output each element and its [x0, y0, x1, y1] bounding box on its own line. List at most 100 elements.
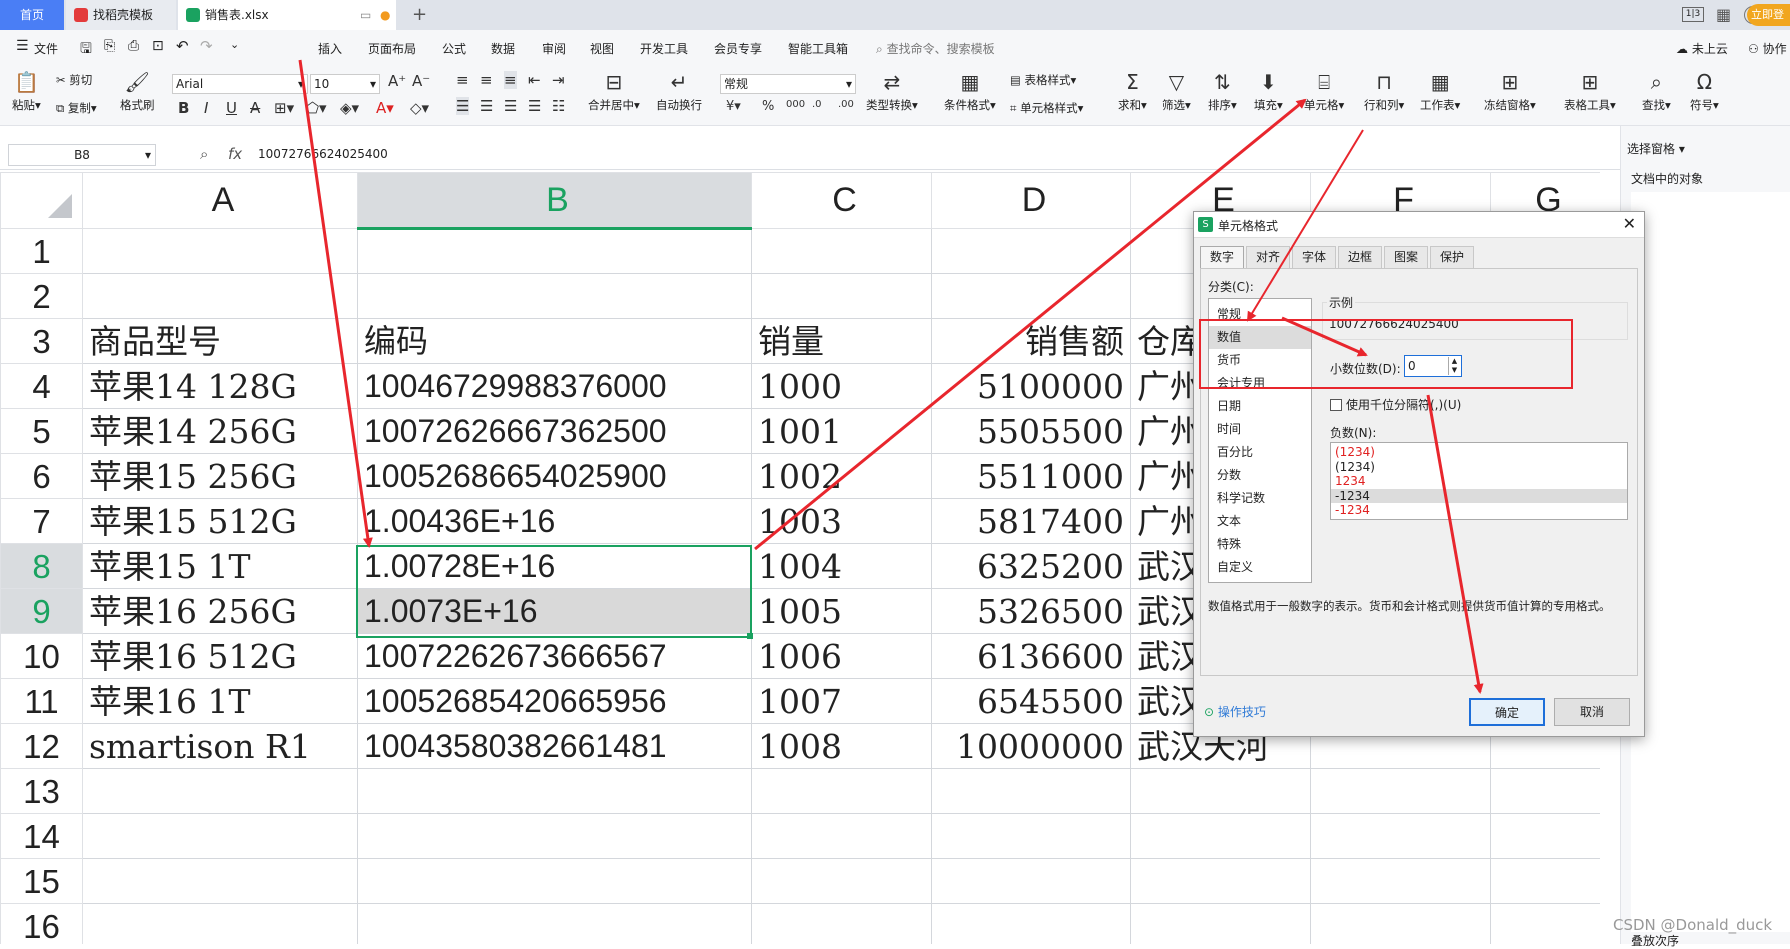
thousands-icon[interactable]: 000 — [786, 99, 805, 110]
spinner-arrows-icon[interactable]: ▲ ▼ — [1448, 357, 1460, 375]
column-header-b[interactable]: B — [357, 172, 752, 230]
number-format-select[interactable]: 常规 ▾ — [720, 74, 856, 94]
pane-object-list[interactable] — [1631, 192, 1790, 932]
collab-button[interactable]: ⚇ 协作 — [1748, 40, 1787, 57]
increase-decimal-icon[interactable]: .0 — [812, 99, 822, 110]
cell-c[interactable]: 1003 — [751, 498, 932, 544]
cell-b[interactable] — [357, 768, 752, 814]
cell-a[interactable]: 苹果16 256G — [82, 588, 358, 634]
tab-template[interactable]: 找稻壳模板 — [66, 0, 176, 30]
cell-g[interactable] — [1490, 768, 1600, 814]
row-header[interactable]: 14 — [0, 813, 83, 859]
cell-f[interactable] — [1310, 858, 1491, 904]
cell-f[interactable] — [1310, 768, 1491, 814]
wrap-text-button[interactable]: ↵ 自动换行 — [656, 70, 702, 113]
cell-a[interactable] — [82, 273, 358, 319]
cell-c[interactable] — [751, 813, 932, 859]
cell-a[interactable] — [82, 228, 358, 274]
more-chevron-icon[interactable]: ⌄ — [230, 38, 239, 51]
cell-c[interactable]: 1004 — [751, 543, 932, 589]
menu-formula[interactable]: 公式 — [442, 40, 466, 57]
row-col-button[interactable]: ⊓ 行和列▾ — [1364, 70, 1404, 113]
freeze-panes-button[interactable]: ⊞ 冻结窗格▾ — [1484, 70, 1536, 113]
currency-icon[interactable]: ¥▾ — [726, 99, 741, 114]
row-header[interactable]: 9 — [0, 588, 83, 634]
category-item[interactable]: 百分比 — [1209, 441, 1311, 464]
cell-c[interactable]: 1006 — [751, 633, 932, 679]
cell-b[interactable]: 1.00728E+16 — [357, 543, 752, 589]
bold-icon[interactable]: B — [178, 99, 189, 117]
cell-c[interactable]: 1008 — [751, 723, 932, 769]
zoom-icon[interactable]: ⌕ — [200, 145, 208, 163]
merge-center-button[interactable]: ⊟ 合并居中▾ — [588, 70, 640, 113]
cell-c[interactable] — [751, 273, 932, 319]
preview-icon[interactable]: ⊡ — [152, 38, 164, 54]
menu-insert[interactable]: 插入 — [318, 40, 342, 57]
row-header[interactable]: 10 — [0, 633, 83, 679]
cell-b[interactable]: 10046729988376000 — [357, 363, 752, 409]
tab-protection[interactable]: 保护 — [1430, 246, 1474, 268]
cell-d[interactable] — [931, 768, 1131, 814]
indent-increase-icon[interactable]: ⇥ — [552, 71, 565, 89]
cell-d[interactable] — [931, 228, 1131, 274]
cell-d[interactable]: 5817400 — [931, 498, 1131, 544]
cell-d[interactable]: 5100000 — [931, 363, 1131, 409]
cut-button[interactable]: ✂ 剪切 — [56, 72, 92, 88]
cell-f[interactable] — [1310, 813, 1491, 859]
align-bottom-icon[interactable]: ≡ — [504, 71, 517, 89]
category-item[interactable]: 会计专用 — [1209, 372, 1311, 395]
row-header[interactable]: 15 — [0, 858, 83, 904]
cell-b[interactable] — [357, 273, 752, 319]
tab-pattern[interactable]: 图案 — [1384, 246, 1428, 268]
cell-g[interactable] — [1490, 903, 1600, 944]
tab-font[interactable]: 字体 — [1292, 246, 1336, 268]
cell-c[interactable] — [751, 228, 932, 274]
cell-a[interactable]: 商品型号 — [82, 318, 358, 364]
tips-link[interactable]: ⊙ 操作技巧 — [1204, 703, 1266, 720]
cell-d[interactable]: 5505500 — [931, 408, 1131, 454]
cell-a[interactable]: 苹果14 256G — [82, 408, 358, 454]
select-all-corner[interactable] — [0, 172, 83, 229]
row-header[interactable]: 3 — [0, 318, 83, 364]
category-item[interactable]: 分数 — [1209, 464, 1311, 487]
cell-a[interactable]: smartison R1 — [82, 723, 358, 769]
cell-b[interactable] — [357, 903, 752, 944]
font-size-select[interactable]: 10 ▾ — [310, 74, 380, 94]
row-header[interactable]: 16 — [0, 903, 83, 944]
row-header[interactable]: 6 — [0, 453, 83, 499]
tab-alignment[interactable]: 对齐 — [1246, 246, 1290, 268]
filter-button[interactable]: ▽ 筛选▾ — [1162, 70, 1191, 113]
login-button[interactable]: 立即登录 — [1747, 4, 1790, 43]
fill-handle[interactable] — [747, 633, 753, 639]
cell-d[interactable] — [931, 273, 1131, 319]
cell-a[interactable] — [82, 903, 358, 944]
cell-button[interactable]: ⌸ 单元格▾ — [1304, 70, 1344, 113]
cell-g[interactable] — [1490, 813, 1600, 859]
font-color-icon[interactable]: A▾ — [376, 99, 394, 117]
category-item[interactable]: 常规 — [1209, 303, 1311, 326]
cell-b[interactable]: 10052685420665956 — [357, 678, 752, 724]
column-header-c[interactable]: C — [751, 172, 932, 229]
decimal-places-input[interactable]: 0 ▲ ▼ — [1404, 355, 1462, 377]
cell-b[interactable]: 10043580382661481 — [357, 723, 752, 769]
sum-button[interactable]: Σ 求和▾ — [1118, 70, 1147, 113]
cell-c[interactable] — [751, 903, 932, 944]
underline-icon[interactable]: U — [226, 99, 237, 117]
category-item[interactable]: 特殊 — [1209, 533, 1311, 556]
grid-apps-icon[interactable]: ▦ — [1716, 5, 1731, 24]
cell-d[interactable] — [931, 813, 1131, 859]
cell-c[interactable]: 1005 — [751, 588, 932, 634]
category-item[interactable]: 科学记数 — [1209, 487, 1311, 510]
column-header-d[interactable]: D — [931, 172, 1131, 229]
align-left-icon[interactable]: ☰ — [456, 97, 470, 115]
sort-button[interactable]: ⇅ 排序▾ — [1208, 70, 1237, 113]
command-search[interactable]: ⌕ 查找命令、搜索模板 — [876, 40, 995, 57]
cell-a[interactable]: 苹果16 1T — [82, 678, 358, 724]
row-header[interactable]: 4 — [0, 363, 83, 409]
align-middle-icon[interactable]: ≡ — [480, 71, 493, 89]
category-list[interactable]: 常规 数值 货币 会计专用 日期 时间 百分比 分数 科学记数 文本 特殊 自定义 — [1208, 298, 1312, 583]
category-item[interactable]: 日期 — [1209, 395, 1311, 418]
cell-b[interactable] — [357, 813, 752, 859]
negative-format-item[interactable]: (1234) — [1331, 460, 1627, 475]
clear-icon[interactable]: ◇▾ — [410, 99, 429, 117]
